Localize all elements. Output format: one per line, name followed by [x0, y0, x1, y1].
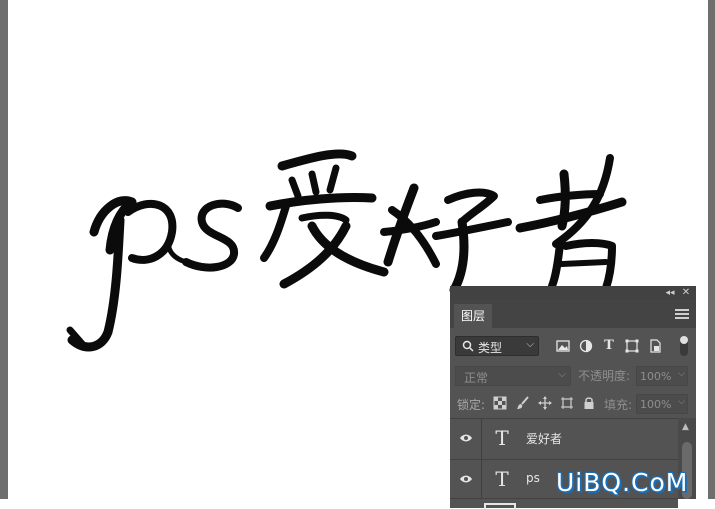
filter-toggle[interactable] [680, 336, 688, 356]
shape-layer-filter-icon[interactable] [624, 338, 640, 354]
chevron-down-icon: ⌵ [558, 369, 566, 380]
collapse-icon[interactable]: ◂◂ [663, 286, 677, 300]
opacity-label: 不透明度: [578, 369, 631, 383]
panel-tab-bar: 图层 [450, 300, 696, 328]
panel-title-bar[interactable]: ◂◂ ✕ [450, 286, 696, 300]
layer-divider [481, 419, 482, 459]
layer-row[interactable]: T 爱好者 [450, 418, 678, 459]
lock-all-padlock-icon[interactable] [582, 396, 596, 410]
close-icon[interactable]: ✕ [679, 286, 693, 300]
panel-menu-icon[interactable] [675, 309, 689, 320]
blend-mode-select[interactable]: 正常 ⌵ [455, 366, 571, 386]
layer-name[interactable]: 爱好者 [526, 430, 562, 447]
scroll-up-icon[interactable]: ▲ [682, 422, 689, 432]
fill-value: 100% [640, 398, 672, 411]
adjustment-layer-filter-icon[interactable] [578, 338, 594, 354]
opacity-value: 100% [640, 370, 672, 383]
text-layer-thumbnail-icon: T [495, 426, 509, 450]
lock-image-pixels-brush-icon[interactable] [516, 396, 530, 410]
tab-layers[interactable]: 图层 [454, 304, 492, 328]
eye-visibility-icon[interactable] [459, 431, 473, 445]
layer-divider [481, 460, 482, 500]
layer-thumbnail [484, 503, 516, 509]
lock-transparent-pixels-icon[interactable] [493, 396, 507, 410]
chevron-down-icon: ⌵ [526, 339, 534, 350]
filter-label: 类型 [478, 341, 503, 355]
layer-filter-select[interactable]: 类型 ⌵ [455, 336, 539, 356]
layer-name[interactable]: ps [526, 471, 540, 485]
layer-row-partial[interactable] [450, 498, 678, 509]
text-layer-thumbnail-icon: T [495, 467, 509, 491]
lock-artboard-icon[interactable] [560, 396, 574, 410]
fill-label: 填充: [604, 398, 633, 412]
fill-input[interactable]: 100% ⌵ [636, 394, 688, 414]
pixel-layer-filter-icon[interactable] [555, 338, 571, 354]
smart-object-filter-icon[interactable] [647, 338, 663, 354]
lock-label: 锁定: [457, 398, 486, 412]
lock-position-move-icon[interactable] [538, 396, 552, 410]
opacity-input[interactable]: 100% ⌵ [636, 366, 688, 386]
type-layer-filter-icon[interactable]: T [601, 338, 617, 354]
search-icon [462, 340, 474, 352]
chevron-down-icon: ⌵ [678, 369, 685, 379]
watermark-logo: UiBQ.CoM [556, 468, 689, 497]
blend-mode-value: 正常 [464, 371, 489, 385]
eye-visibility-icon[interactable] [459, 472, 473, 486]
chevron-down-icon: ⌵ [678, 397, 685, 407]
